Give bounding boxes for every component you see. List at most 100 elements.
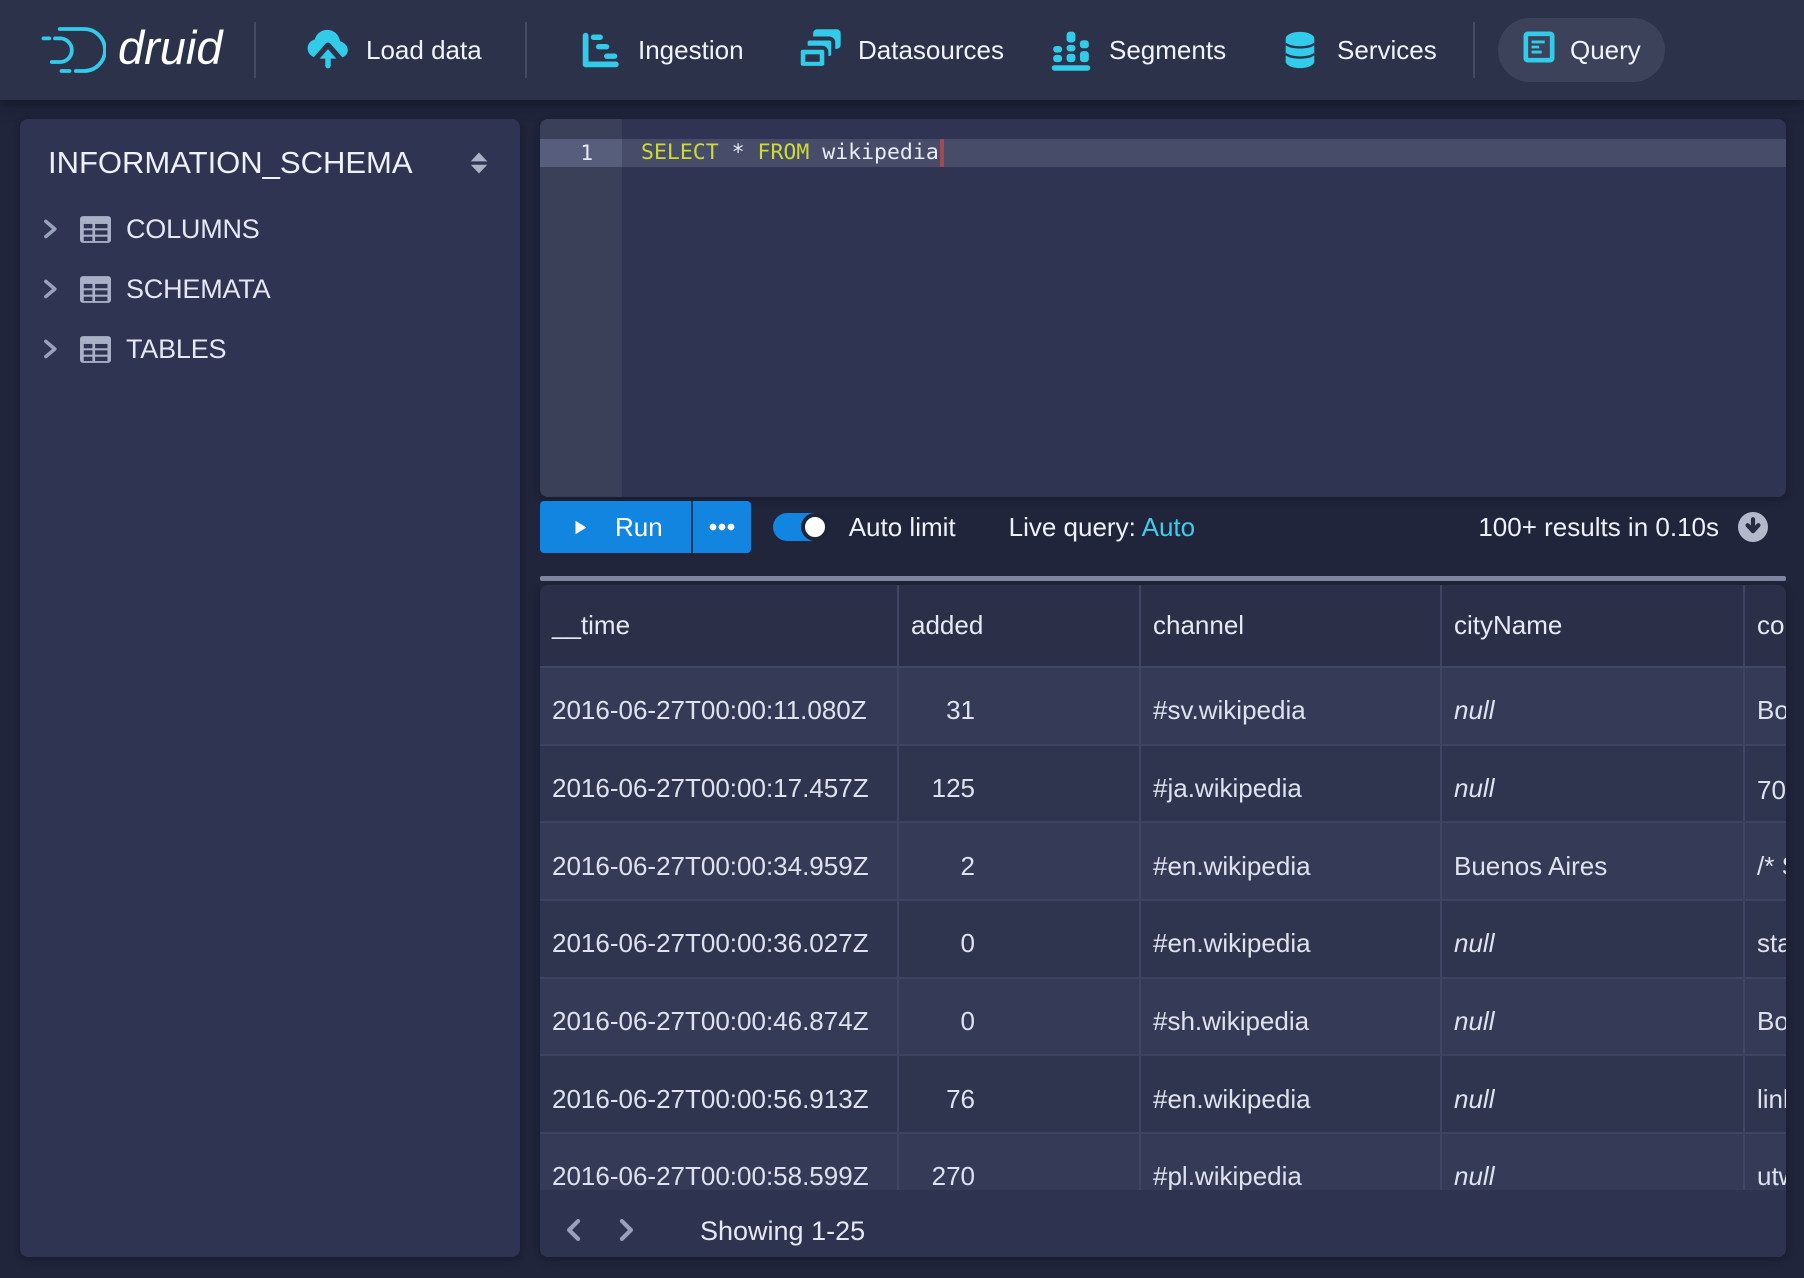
cell-channel: #ja.wikipedia	[1141, 746, 1442, 822]
run-button-label: Run	[615, 512, 663, 543]
cell-cityname: Buenos Aires	[1442, 823, 1745, 899]
sql-table: wikipedia	[822, 140, 939, 165]
cell-comment: Bot: Automatska zamjena teksta	[1745, 979, 1786, 1055]
tree-item-columns[interactable]: COLUMNS	[20, 199, 520, 259]
multi-select-icon	[797, 27, 843, 73]
tree-item-label: SCHEMATA	[126, 274, 270, 305]
live-query-label: Live query: Auto	[1009, 512, 1195, 543]
editor-cursor	[940, 139, 944, 167]
table-row[interactable]: 2016-06-27T00:00:34.959Z 2 #en.wikipedia…	[540, 823, 1786, 901]
run-bar: Run Auto limit Live query: Auto 100+ res…	[540, 501, 1786, 553]
druid-brand[interactable]: druid	[40, 0, 223, 100]
cell-added: 125	[899, 746, 1141, 822]
cell-added: 0	[899, 979, 1141, 1055]
nav-divider	[1473, 22, 1475, 78]
cell-added: 0	[899, 901, 1141, 977]
cell-channel: #en.wikipedia	[1141, 901, 1442, 977]
column-header-time[interactable]: __time	[540, 585, 899, 666]
cell-cityname: null	[1442, 901, 1745, 977]
nav-item-label: Query	[1570, 35, 1641, 66]
table-icon	[79, 275, 112, 304]
chevron-right-icon	[39, 337, 61, 361]
tree-item-tables[interactable]: TABLES	[20, 319, 520, 379]
schema-tree: COLUMNS SCHEMATA	[20, 199, 520, 379]
nav-item-label: Load data	[366, 35, 482, 66]
nav-item-ingestion[interactable]: Ingestion	[549, 0, 772, 100]
sql-keyword: SELECT	[641, 140, 719, 165]
application-icon	[1522, 30, 1556, 71]
cell-time: 2016-06-27T00:00:36.027Z	[540, 901, 899, 977]
cell-channel: #en.wikipedia	[1141, 823, 1442, 899]
cell-added: 2	[899, 823, 1141, 899]
run-more-button[interactable]	[691, 501, 751, 553]
cell-cityname: null	[1442, 668, 1745, 744]
schema-selector[interactable]: INFORMATION_SCHEMA	[48, 145, 494, 181]
chevron-right-icon	[39, 277, 61, 301]
column-header-added[interactable]: added	[899, 585, 1141, 666]
prev-page-button[interactable]	[552, 1200, 596, 1258]
cell-time: 2016-06-27T00:00:34.959Z	[540, 823, 899, 899]
results-header-row: __time added channel cityName comment	[540, 585, 1786, 668]
cell-time: 2016-06-27T00:00:46.874Z	[540, 979, 899, 1055]
chevron-right-icon	[39, 217, 61, 241]
table-icon	[79, 215, 112, 244]
column-header-comment[interactable]: comment	[1745, 585, 1786, 666]
cell-added: 31	[899, 668, 1141, 744]
navbar: druid Load data Ingestion	[0, 0, 1804, 100]
nav-item-query[interactable]: Query	[1498, 18, 1665, 82]
nav-divider	[525, 22, 527, 78]
table-row[interactable]: 2016-06-27T00:00:17.457Z 125 #ja.wikiped…	[540, 746, 1786, 824]
next-page-button[interactable]	[604, 1200, 648, 1258]
sql-keyword: FROM	[758, 140, 810, 165]
table-row[interactable]: 2016-06-27T00:00:36.027Z 0 #en.wikipedia…	[540, 901, 1786, 979]
stacked-chart-icon	[1048, 27, 1094, 73]
cell-comment: Botskapande Indonesien omdirigering	[1745, 668, 1786, 744]
nav-item-segments[interactable]: Segments	[1020, 0, 1254, 100]
column-header-channel[interactable]: channel	[1141, 585, 1442, 666]
column-header-cityname[interactable]: cityName	[1442, 585, 1745, 666]
play-icon	[575, 520, 587, 535]
toggle-knob	[801, 513, 829, 541]
editor-gutter	[540, 119, 622, 497]
sql-star: *	[732, 140, 745, 165]
cell-cityname: null	[1442, 746, 1745, 822]
table-row[interactable]: 2016-06-27T00:00:46.874Z 0 #sh.wikipedia…	[540, 979, 1786, 1057]
tree-item-label: TABLES	[126, 334, 226, 365]
tree-item-schemata[interactable]: SCHEMATA	[20, 259, 520, 319]
sql-text[interactable]: SELECT * FROM wikipedia	[641, 139, 944, 167]
cell-added: 76	[899, 1056, 1141, 1132]
cell-cityname: null	[1442, 1056, 1745, 1132]
more-dots-icon	[709, 523, 735, 531]
chevron-right-icon	[613, 1217, 639, 1243]
live-query-value[interactable]: Auto	[1142, 512, 1196, 542]
download-icon[interactable]	[1737, 511, 1769, 543]
database-icon	[1278, 28, 1322, 72]
nav-item-datasources[interactable]: Datasources	[769, 0, 1032, 100]
tree-item-label: COLUMNS	[126, 214, 260, 245]
results-body: 2016-06-27T00:00:11.080Z 31 #sv.wikipedi…	[540, 668, 1786, 1212]
pagination-info: Showing 1-25	[700, 1216, 865, 1247]
cell-time: 2016-06-27T00:00:11.080Z	[540, 668, 899, 744]
editor-line-number: 1	[540, 139, 593, 167]
table-row[interactable]: 2016-06-27T00:00:11.080Z 31 #sv.wikipedi…	[540, 668, 1786, 746]
auto-limit-label: Auto limit	[849, 512, 956, 543]
run-button[interactable]: Run	[540, 501, 691, 553]
query-editor[interactable]: 1 SELECT * FROM wikipedia	[540, 119, 1786, 497]
cell-comment: standardize using AWB	[1745, 901, 1786, 977]
nav-item-services[interactable]: Services	[1250, 0, 1465, 100]
brand-text: druid	[118, 20, 223, 75]
cell-cityname: null	[1442, 979, 1745, 1055]
pagination-bar: Showing 1-25	[540, 1190, 1786, 1257]
run-bar-right: 100+ results in 0.10s	[1478, 511, 1786, 543]
panel-resize-handle[interactable]	[540, 576, 1786, 581]
gantt-chart-icon	[577, 27, 623, 73]
nav-item-load-data[interactable]: Load data	[277, 0, 510, 100]
auto-limit-toggle[interactable]	[773, 513, 827, 541]
nav-item-label: Datasources	[858, 35, 1004, 66]
cell-time: 2016-06-27T00:00:17.457Z	[540, 746, 899, 822]
double-caret-vertical-icon	[464, 148, 494, 178]
druid-logo-icon	[40, 27, 106, 74]
schema-name: INFORMATION_SCHEMA	[48, 145, 413, 181]
table-row[interactable]: 2016-06-27T00:00:56.913Z 76 #en.wikipedi…	[540, 1056, 1786, 1134]
nav-item-label: Services	[1337, 35, 1437, 66]
